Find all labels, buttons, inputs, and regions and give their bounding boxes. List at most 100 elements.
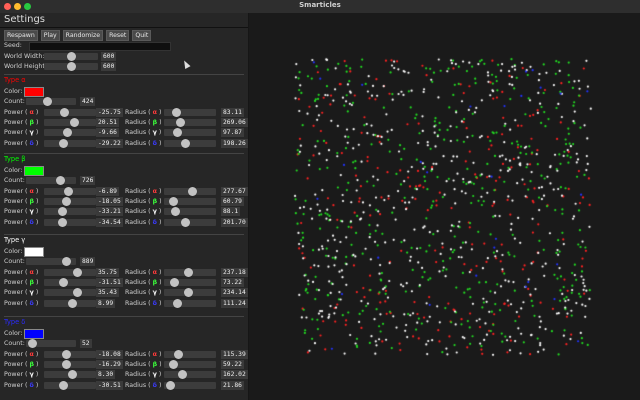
type-delta-count-value[interactable]: 52: [80, 339, 92, 349]
type-delta-radius-delta-slider[interactable]: [164, 380, 216, 390]
type-beta-power-delta-slider[interactable]: [44, 217, 96, 227]
power-slider-knob[interactable]: [73, 267, 83, 277]
simulation-view[interactable]: [249, 13, 640, 400]
world-height-slider[interactable]: [44, 62, 98, 71]
type-alpha-radius-beta-value[interactable]: 269.06: [221, 117, 248, 127]
world-height-value[interactable]: 600: [101, 62, 117, 71]
type-beta-count-slider-knob[interactable]: [55, 176, 65, 186]
type-alpha-count-value[interactable]: 424: [80, 97, 96, 107]
type-beta-power-gamma-value[interactable]: -33.21: [96, 207, 123, 217]
type-delta-radius-alpha-value[interactable]: 115.39: [221, 349, 248, 359]
type-alpha-count-slider-knob[interactable]: [43, 97, 53, 107]
type-alpha-radius-gamma-value[interactable]: 97.87: [221, 128, 244, 138]
radius-slider-knob[interactable]: [173, 349, 183, 359]
type-alpha-power-gamma-value[interactable]: -9.66: [96, 128, 119, 138]
play-button[interactable]: Play: [40, 30, 60, 41]
type-delta-count-slider[interactable]: [26, 339, 76, 349]
type-beta-radius-gamma-value[interactable]: 88.1: [221, 207, 241, 217]
randomize-button[interactable]: Randomize: [62, 30, 104, 41]
type-alpha-power-delta-value[interactable]: -29.22: [96, 138, 123, 148]
type-delta-power-gamma-value[interactable]: 8.30: [96, 370, 116, 380]
power-slider-knob[interactable]: [67, 298, 77, 308]
type-beta-radius-alpha-slider[interactable]: [164, 186, 216, 196]
type-beta-power-gamma-slider[interactable]: [44, 207, 96, 217]
radius-slider-knob[interactable]: [184, 267, 194, 277]
type-delta-radius-alpha-slider[interactable]: [164, 349, 216, 359]
type-gamma-power-beta-slider[interactable]: [44, 277, 96, 287]
type-gamma-power-gamma-slider[interactable]: [44, 288, 96, 298]
type-beta-power-beta-value[interactable]: -18.05: [96, 196, 123, 206]
type-delta-radius-beta-slider[interactable]: [164, 359, 216, 369]
power-slider-knob[interactable]: [61, 196, 71, 206]
respawn-button[interactable]: Respawn: [4, 30, 38, 41]
radius-slider-knob[interactable]: [171, 107, 181, 117]
type-alpha-count-slider[interactable]: [26, 97, 76, 107]
power-slider-knob[interactable]: [62, 359, 72, 369]
type-gamma-power-delta-slider[interactable]: [44, 298, 96, 308]
world-width-slider[interactable]: [44, 52, 98, 61]
seed-input[interactable]: [29, 42, 171, 51]
type-delta-radius-gamma-value[interactable]: 162.02: [221, 370, 248, 380]
type-delta-color-swatch[interactable]: [24, 329, 44, 339]
type-delta-power-beta-value[interactable]: -16.29: [96, 359, 123, 369]
type-alpha-radius-delta-slider[interactable]: [164, 138, 216, 148]
type-beta-power-alpha-value[interactable]: -6.89: [96, 186, 119, 196]
type-gamma-radius-alpha-value[interactable]: 237.18: [221, 267, 248, 277]
radius-slider-knob[interactable]: [169, 359, 179, 369]
type-delta-power-alpha-value[interactable]: -18.08: [96, 349, 123, 359]
type-gamma-power-beta-value[interactable]: -31.51: [96, 277, 123, 287]
type-delta-radius-gamma-slider[interactable]: [164, 370, 216, 380]
type-beta-radius-delta-value[interactable]: 201.70: [221, 217, 248, 227]
type-beta-power-delta-value[interactable]: -34.54: [96, 217, 123, 227]
power-slider-knob[interactable]: [59, 380, 69, 390]
type-beta-radius-beta-slider[interactable]: [164, 196, 216, 206]
world-width-slider-knob[interactable]: [66, 52, 76, 61]
type-alpha-radius-gamma-slider[interactable]: [164, 128, 216, 138]
type-gamma-count-slider-knob[interactable]: [62, 257, 72, 267]
type-alpha-power-gamma-slider[interactable]: [44, 128, 96, 138]
type-beta-radius-alpha-value[interactable]: 277.67: [221, 186, 248, 196]
world-width-value[interactable]: 600: [101, 52, 117, 61]
power-slider-knob[interactable]: [58, 207, 68, 217]
type-alpha-power-beta-value[interactable]: 20.51: [96, 117, 119, 127]
type-alpha-power-alpha-slider[interactable]: [44, 107, 96, 117]
type-gamma-power-gamma-value[interactable]: 35.43: [96, 288, 119, 298]
type-gamma-count-value[interactable]: 889: [80, 257, 96, 267]
type-gamma-power-alpha-slider[interactable]: [44, 267, 96, 277]
type-beta-count-slider[interactable]: [26, 176, 76, 186]
radius-slider-knob[interactable]: [173, 298, 183, 308]
power-slider-knob[interactable]: [69, 117, 79, 127]
type-delta-power-alpha-slider[interactable]: [44, 349, 96, 359]
power-slider-knob[interactable]: [59, 138, 69, 148]
type-beta-power-alpha-slider[interactable]: [44, 186, 96, 196]
radius-slider-knob[interactable]: [169, 196, 179, 206]
type-alpha-radius-beta-slider[interactable]: [164, 117, 216, 127]
type-alpha-color-swatch[interactable]: [24, 87, 44, 97]
type-delta-power-delta-slider[interactable]: [44, 380, 96, 390]
type-alpha-radius-delta-value[interactable]: 198.26: [221, 138, 248, 148]
radius-slider-knob[interactable]: [171, 207, 181, 217]
radius-slider-knob[interactable]: [177, 370, 187, 380]
power-slider-knob[interactable]: [63, 128, 73, 138]
type-beta-color-swatch[interactable]: [24, 166, 44, 176]
type-delta-radius-delta-value[interactable]: 21.86: [221, 380, 244, 390]
radius-slider-knob[interactable]: [165, 380, 175, 390]
power-slider-knob[interactable]: [67, 370, 77, 380]
type-beta-radius-delta-slider[interactable]: [164, 217, 216, 227]
reset-button[interactable]: Reset: [106, 30, 130, 41]
type-gamma-power-alpha-value[interactable]: 35.75: [96, 267, 119, 277]
quit-button[interactable]: Quit: [132, 30, 152, 41]
type-gamma-radius-gamma-slider[interactable]: [164, 288, 216, 298]
type-gamma-color-swatch[interactable]: [24, 247, 44, 257]
type-alpha-power-alpha-value[interactable]: -25.75: [96, 107, 123, 117]
radius-slider-knob[interactable]: [175, 117, 185, 127]
type-gamma-power-delta-value[interactable]: 8.99: [96, 298, 116, 308]
type-gamma-radius-delta-value[interactable]: 111.24: [221, 298, 248, 308]
particle-canvas[interactable]: [293, 57, 593, 357]
power-slider-knob[interactable]: [58, 277, 68, 287]
type-gamma-radius-gamma-value[interactable]: 234.14: [221, 288, 248, 298]
type-beta-count-value[interactable]: 726: [80, 176, 96, 186]
type-gamma-radius-alpha-slider[interactable]: [164, 267, 216, 277]
world-height-slider-knob[interactable]: [66, 62, 76, 71]
power-slider-knob[interactable]: [58, 217, 68, 227]
